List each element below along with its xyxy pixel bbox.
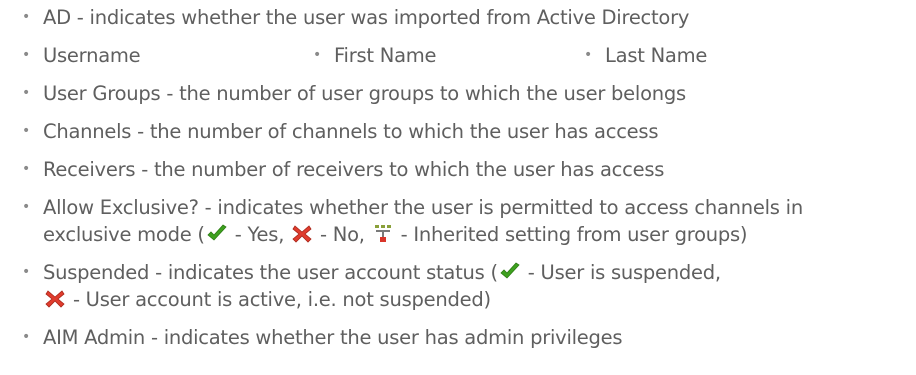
bullet-icon: • [22, 47, 31, 63]
cross-icon [291, 224, 313, 244]
bullet-icon: • [584, 47, 593, 63]
item-text: First Name [334, 44, 437, 67]
bullet-icon: • [22, 9, 31, 25]
list-item-channels: • Channels - the number of channels to w… [22, 118, 912, 145]
bullet-icon: • [22, 199, 31, 215]
cross-icon [44, 289, 66, 309]
item-text: User Groups - the number of user groups … [43, 82, 686, 105]
list-item-name-fields: • Username • First Name • Last Name [22, 42, 912, 69]
no-label: - No, [314, 223, 371, 246]
document-page: • AD - indicates whether the user was im… [0, 0, 916, 375]
list-item-aim-admin: • AIM Admin - indicates whether the user… [22, 324, 912, 351]
bullet-icon: • [22, 329, 31, 345]
item-text-line1: Suspended - indicates the user account s… [43, 261, 498, 284]
checkmark-icon [499, 262, 521, 282]
item-text: Last Name [605, 44, 708, 67]
list-item-receivers: • Receivers - the number of receivers to… [22, 156, 912, 183]
column-last-name: • Last Name [584, 42, 707, 69]
column-first-name: • First Name [313, 42, 584, 69]
list-item-suspended: • Suspended - indicates the user account… [22, 259, 912, 313]
item-text: Username [43, 44, 141, 67]
item-text-line2: exclusive mode ( [43, 223, 205, 246]
bullet-icon: • [22, 264, 31, 280]
bullet-icon: • [22, 123, 31, 139]
suspended-yes-label: - User is suspended, [521, 261, 721, 284]
checkmark-icon [206, 224, 228, 244]
list-item-ad: • AD - indicates whether the user was im… [22, 4, 912, 31]
bullet-icon: • [313, 47, 322, 63]
item-text-line1: Allow Exclusive? - indicates whether the… [43, 196, 803, 219]
list-item-allow-exclusive: • Allow Exclusive? - indicates whether t… [22, 194, 912, 248]
item-text: AD - indicates whether the user was impo… [43, 6, 690, 29]
item-text: AIM Admin - indicates whether the user h… [43, 326, 623, 349]
field-description-list: • AD - indicates whether the user was im… [22, 4, 912, 362]
item-text: Receivers - the number of receivers to w… [43, 158, 665, 181]
inherited-label: - Inherited setting from user groups) [394, 223, 748, 246]
column-username: • Username [22, 42, 313, 69]
inherited-tree-icon [372, 224, 394, 244]
bullet-icon: • [22, 85, 31, 101]
yes-label: - Yes, [228, 223, 291, 246]
bullet-icon: • [22, 161, 31, 177]
suspended-no-label: - User account is active, i.e. not suspe… [67, 288, 491, 311]
item-text: Channels - the number of channels to whi… [43, 120, 659, 143]
list-item-user-groups: • User Groups - the number of user group… [22, 80, 912, 107]
